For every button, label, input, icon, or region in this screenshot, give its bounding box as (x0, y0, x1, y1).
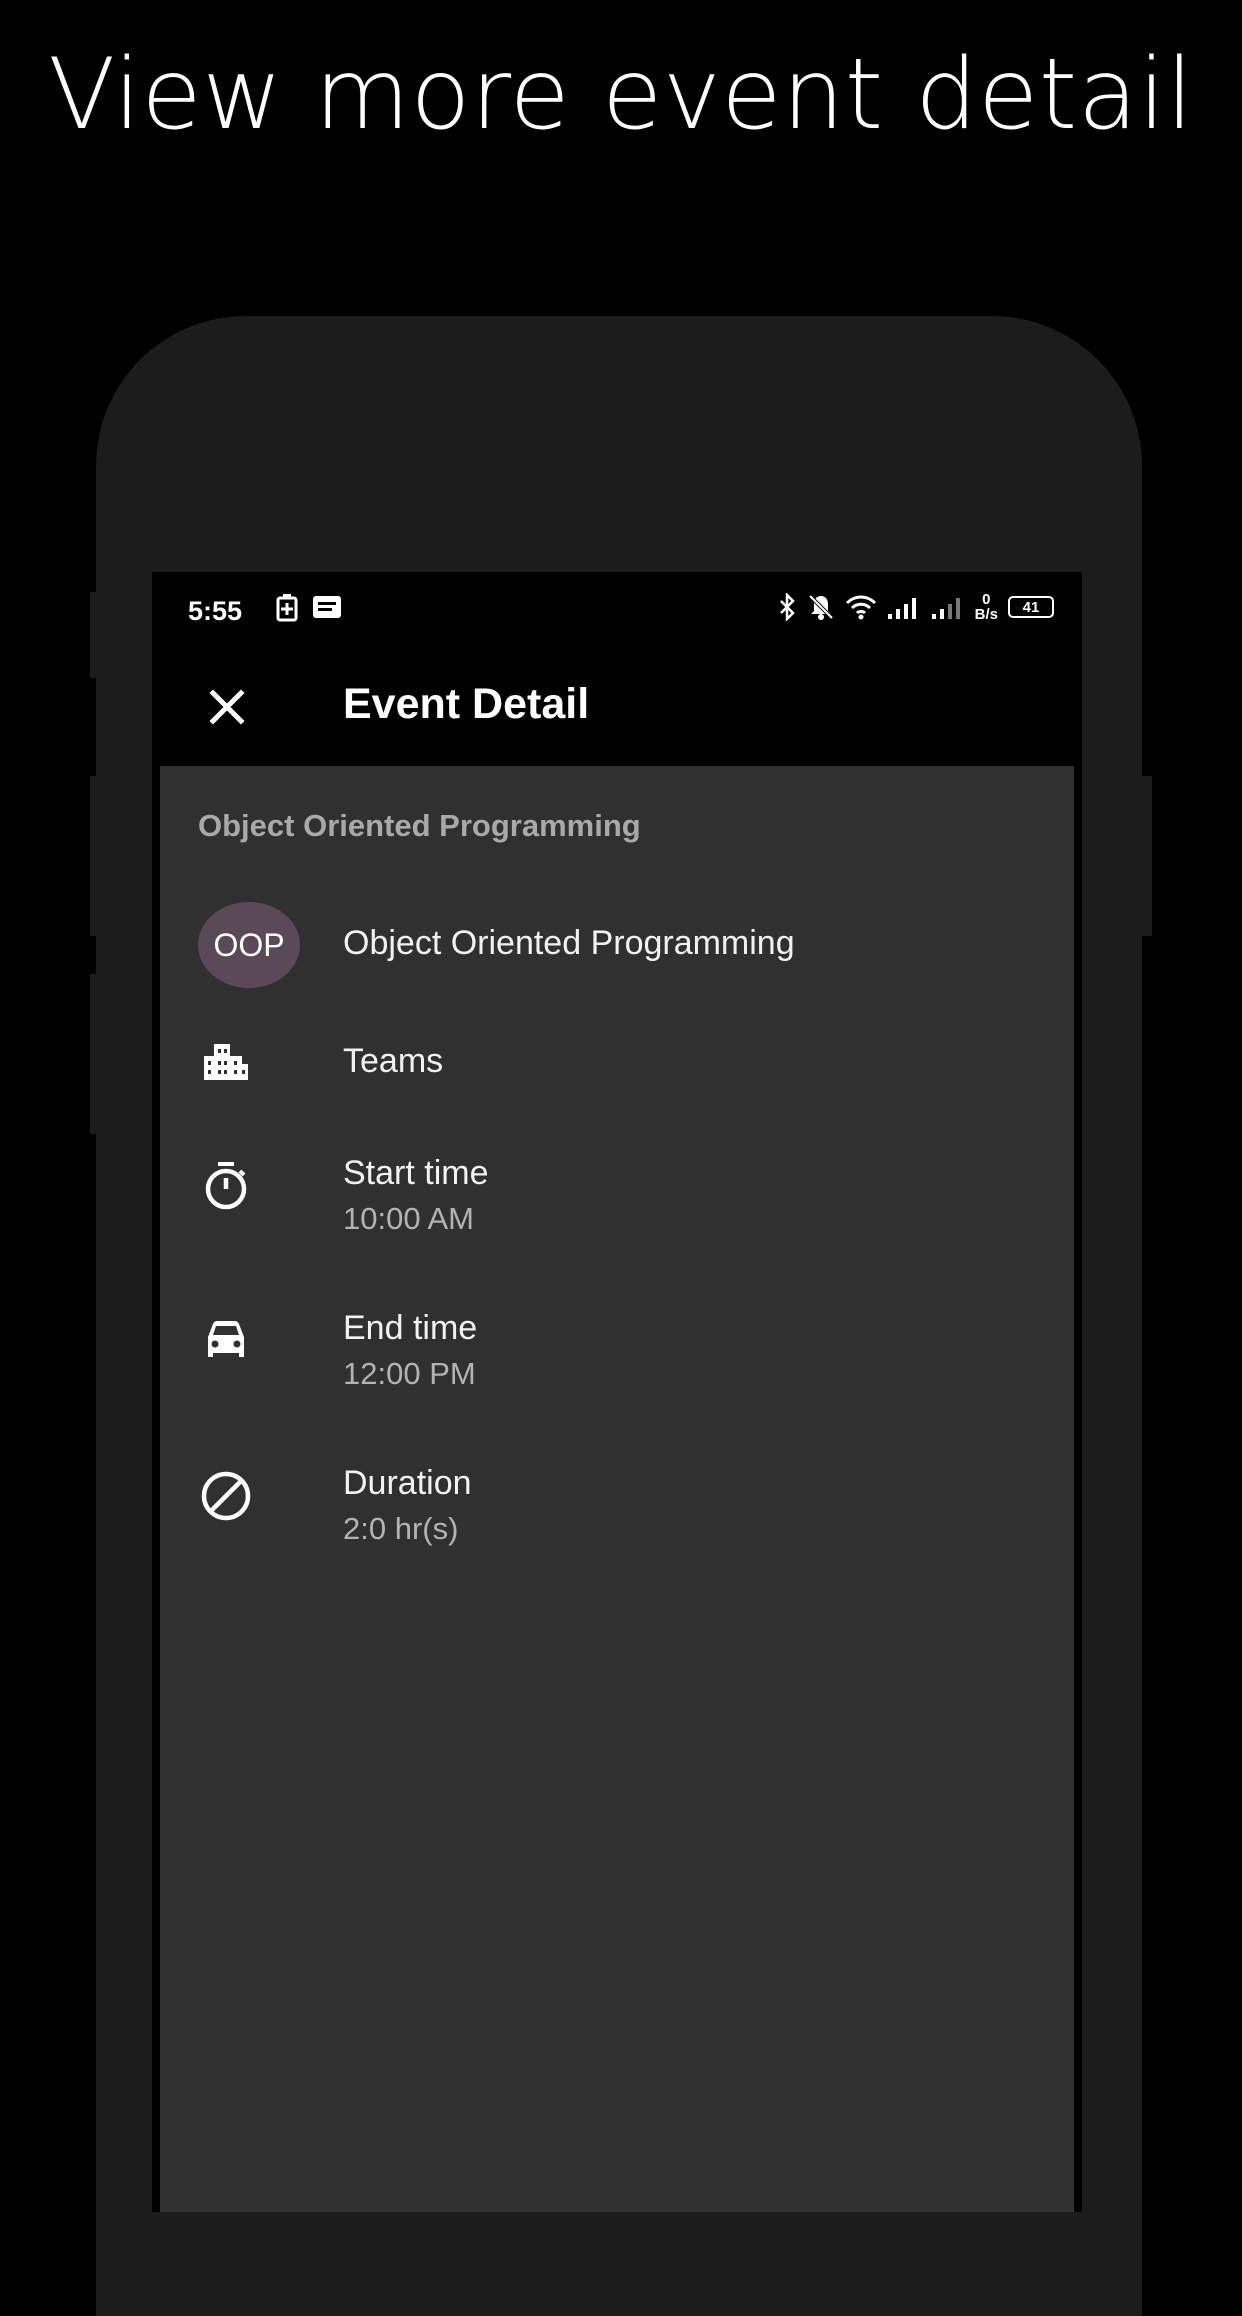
close-button[interactable] (198, 678, 256, 736)
status-time: 5:55 (188, 596, 243, 626)
building-icon (204, 1044, 248, 1080)
start-time-row: Start time 10:00 AM (160, 1154, 1074, 1254)
location-row: Teams (160, 1034, 1074, 1094)
message-icon (313, 596, 341, 618)
start-time-value: 10:00 AM (343, 1201, 474, 1236)
status-bar: 5:55 0 B/s 41 (152, 572, 1082, 648)
car-icon (208, 1321, 244, 1357)
timer-icon (205, 1162, 247, 1210)
bluetooth-icon (779, 593, 795, 621)
phone-side-button (90, 592, 102, 678)
close-icon (209, 689, 245, 725)
notifications-off-icon (808, 594, 834, 620)
battery-level: 41 (1022, 598, 1040, 616)
end-time-row: End time 12:00 PM (160, 1309, 1074, 1409)
course-row: OOP Object Oriented Programming (160, 902, 1074, 992)
phone-side-button (90, 776, 102, 936)
network-speed: 0 B/s (974, 591, 998, 623)
page-title: Event Detail (343, 680, 590, 728)
section-header: Object Oriented Programming (198, 808, 641, 843)
signal-icon (887, 598, 916, 619)
duration-label: Duration (343, 1464, 472, 1502)
signal-icon (931, 598, 960, 619)
event-detail-content: Object Oriented Programming OOP Object O… (160, 766, 1074, 2212)
promo-title: View more event detail (48, 38, 1194, 152)
phone-side-button (1140, 776, 1152, 936)
block-icon (201, 1471, 251, 1521)
duration-row: Duration 2:0 hr(s) (160, 1464, 1074, 1564)
duration-value: 2:0 hr(s) (343, 1511, 459, 1546)
start-time-label: Start time (343, 1154, 489, 1192)
phone-screen: 5:55 0 B/s 41 Event Detail Object Orient… (152, 572, 1082, 2212)
avatar: OOP (198, 902, 300, 988)
battery-icon: 41 (1008, 596, 1054, 618)
location-label: Teams (343, 1042, 444, 1080)
end-time-value: 12:00 PM (343, 1356, 476, 1391)
app-bar: Event Detail (152, 648, 1082, 766)
battery-saver-icon (276, 594, 298, 622)
wifi-icon (845, 595, 876, 620)
course-name: Object Oriented Programming (343, 924, 795, 962)
end-time-label: End time (343, 1309, 478, 1347)
phone-side-button (90, 974, 102, 1134)
